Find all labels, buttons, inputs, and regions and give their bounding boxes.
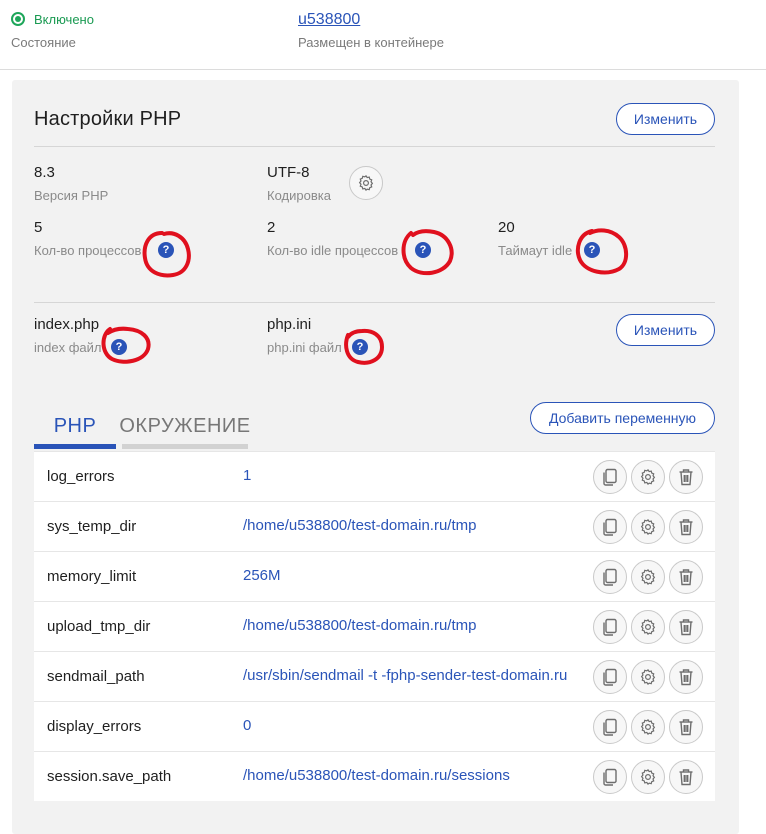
- table-row: sendmail_path/usr/sbin/sendmail -t -fphp…: [34, 651, 715, 701]
- idle-processes-help-icon[interactable]: ?: [415, 242, 431, 258]
- copy-icon[interactable]: [593, 510, 627, 544]
- variable-value[interactable]: /home/u538800/test-domain.ru/tmp: [243, 617, 573, 634]
- idle-timeout-label: Таймаут idle: [498, 243, 573, 258]
- status-text: Включено: [34, 12, 94, 27]
- tab-environment[interactable]: ОКРУЖЕНИЕ: [119, 402, 250, 450]
- top-info-bar: Включено Состояние u538800 Размещен в ко…: [0, 0, 766, 70]
- php-ini-value: php.ini: [267, 316, 312, 333]
- trash-icon[interactable]: [669, 660, 703, 694]
- table-row: upload_tmp_dir/home/u538800/test-domain.…: [34, 601, 715, 651]
- trash-icon[interactable]: [669, 760, 703, 794]
- php-version-label: Версия PHP: [34, 188, 109, 203]
- edit-files-button[interactable]: Изменить: [616, 314, 715, 346]
- trash-icon[interactable]: [669, 460, 703, 494]
- table-row: sys_temp_dir/home/u538800/test-domain.ru…: [34, 501, 715, 551]
- processes-value: 5: [34, 219, 43, 236]
- gear-icon[interactable]: [631, 660, 665, 694]
- copy-icon[interactable]: [593, 560, 627, 594]
- variable-value[interactable]: 0: [243, 717, 573, 734]
- edit-php-settings-button[interactable]: Изменить: [616, 103, 715, 135]
- gear-icon[interactable]: [631, 560, 665, 594]
- tab-php-underline: [34, 444, 116, 449]
- gear-icon[interactable]: [631, 760, 665, 794]
- encoding-gear-icon[interactable]: [349, 166, 383, 200]
- table-row: memory_limit 256M: [34, 551, 715, 601]
- annotation-circle: [575, 228, 629, 275]
- idle-processes-value: 2: [267, 219, 276, 236]
- tab-environment-underline: [122, 444, 248, 449]
- copy-icon[interactable]: [593, 460, 627, 494]
- processes-label: Кол-во процессов: [34, 243, 142, 258]
- variable-name: display_errors: [47, 718, 142, 735]
- panel-title: Настройки PHP: [34, 108, 182, 130]
- copy-icon[interactable]: [593, 760, 627, 794]
- variables-table: log_errors 1 sys_temp_dir/home/u538800/tes…: [34, 451, 715, 801]
- variable-name: upload_tmp_dir: [47, 618, 151, 635]
- status-label: Состояние: [11, 35, 76, 50]
- variable-name: log_errors: [47, 468, 115, 485]
- variable-name: sendmail_path: [47, 668, 145, 685]
- copy-icon[interactable]: [593, 710, 627, 744]
- idle-timeout-help-icon[interactable]: ?: [584, 242, 600, 258]
- processes-help-icon[interactable]: ?: [158, 242, 174, 258]
- variable-value[interactable]: /home/u538800/test-domain.ru/sessions: [243, 767, 573, 784]
- variable-name: sys_temp_dir: [47, 518, 137, 535]
- trash-icon[interactable]: [669, 560, 703, 594]
- encoding-label: Кодировка: [267, 188, 331, 203]
- index-file-value: index.php: [34, 316, 100, 333]
- variable-value[interactable]: /home/u538800/test-domain.ru/tmp: [243, 517, 573, 534]
- php-version-value: 8.3: [34, 164, 55, 181]
- table-row: display_errors 0: [34, 701, 715, 751]
- copy-icon[interactable]: [593, 610, 627, 644]
- gear-icon[interactable]: [631, 510, 665, 544]
- variable-name: memory_limit: [47, 568, 137, 585]
- divider: [34, 146, 715, 147]
- index-file-help-icon[interactable]: ?: [111, 339, 127, 355]
- variable-value[interactable]: /usr/sbin/sendmail -t -fphp-sender-test-…: [243, 667, 573, 684]
- tab-php[interactable]: PHP: [34, 402, 116, 450]
- php-ini-help-icon[interactable]: ?: [352, 339, 368, 355]
- index-file-label: index файл: [34, 340, 102, 355]
- container-label: Размещен в контейнере: [298, 35, 444, 50]
- table-row: session.save_path/home/u538800/test-doma…: [34, 751, 715, 801]
- container-user-link[interactable]: u538800: [298, 11, 360, 29]
- trash-icon[interactable]: [669, 510, 703, 544]
- gear-icon[interactable]: [631, 610, 665, 644]
- variable-name: session.save_path: [47, 768, 172, 785]
- divider: [34, 302, 715, 303]
- php-ini-label: php.ini файл: [267, 340, 342, 355]
- status-dot-icon: [11, 12, 25, 26]
- gear-icon[interactable]: [631, 710, 665, 744]
- encoding-value: UTF-8: [267, 164, 310, 181]
- variable-value[interactable]: 1: [243, 467, 573, 484]
- trash-icon[interactable]: [669, 610, 703, 644]
- copy-icon[interactable]: [593, 660, 627, 694]
- variable-value[interactable]: 256M: [243, 567, 573, 584]
- gear-icon[interactable]: [631, 460, 665, 494]
- idle-processes-label: Кол-во idle процессов: [267, 243, 399, 258]
- add-variable-button[interactable]: Добавить переменную: [530, 402, 715, 434]
- trash-icon[interactable]: [669, 710, 703, 744]
- php-settings-panel: Настройки PHP Изменить 8.3 Версия PHP UT…: [12, 80, 739, 834]
- table-row: log_errors 1: [34, 451, 715, 501]
- idle-timeout-value: 20: [498, 219, 515, 236]
